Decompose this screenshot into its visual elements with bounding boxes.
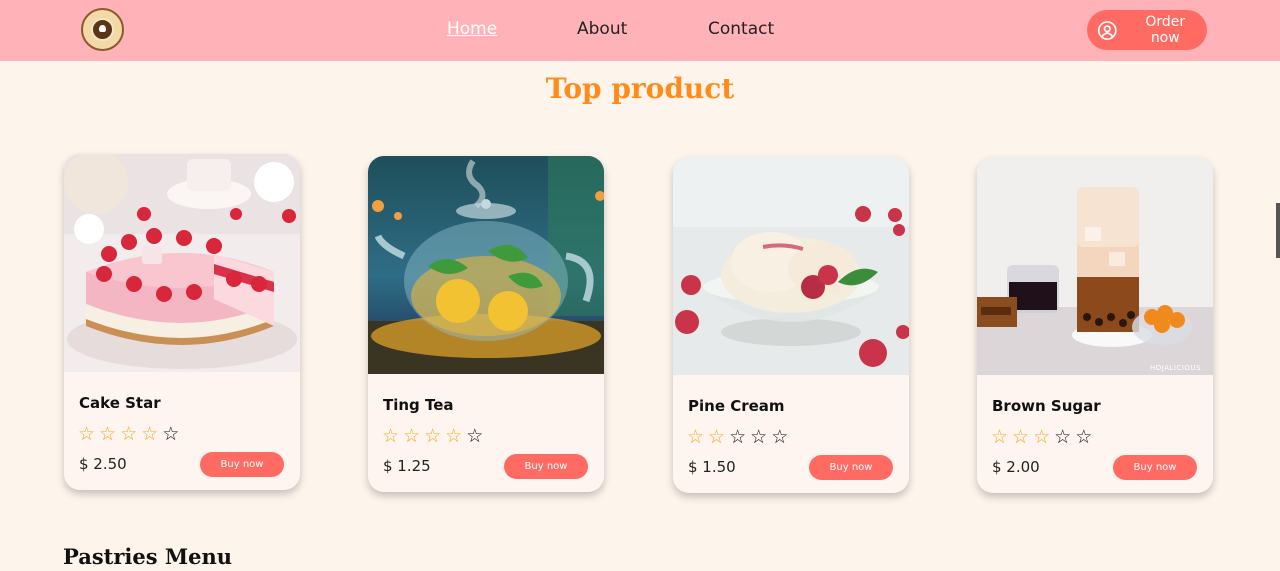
star-filled-icon: ☆ [1033, 426, 1051, 448]
nav-link-home[interactable]: Home [447, 18, 497, 40]
buy-now-button[interactable]: Buy now [504, 454, 588, 479]
star-empty-icon: ☆ [1075, 426, 1093, 448]
product-name: Cake Star [79, 394, 161, 412]
buy-now-button[interactable]: Buy now [200, 452, 284, 477]
product-price: $ 1.25 [383, 457, 431, 475]
star-rating: ☆ ☆ ☆ ☆ ☆ [382, 426, 483, 446]
star-rating: ☆ ☆ ☆ ☆ ☆ [78, 424, 179, 444]
section-title: Top product [545, 72, 735, 105]
product-price: $ 1.50 [688, 458, 736, 476]
ice-cream-bowl-image [673, 157, 909, 375]
product-card: Cake Star ☆ ☆ ☆ ☆ ☆ $ 2.50 Buy now [64, 154, 300, 490]
star-empty-icon: ☆ [466, 425, 484, 447]
star-empty-icon: ☆ [162, 423, 180, 445]
star-filled-icon: ☆ [687, 426, 705, 448]
pastries-menu-heading: Pastries Menu [63, 544, 233, 569]
product-name: Brown Sugar [992, 397, 1101, 415]
bubble-tea-glass-image [977, 157, 1213, 375]
glass-teapot-image [368, 156, 604, 374]
chef-hat-icon [91, 18, 114, 41]
star-filled-icon: ☆ [382, 425, 400, 447]
buy-now-button[interactable]: Buy now [1113, 455, 1197, 480]
star-filled-icon: ☆ [141, 423, 159, 445]
image-watermark: HOJALICIOUS [1150, 364, 1201, 372]
star-empty-icon: ☆ [750, 426, 768, 448]
star-rating: ☆ ☆ ☆ ☆ ☆ [991, 427, 1092, 447]
product-name: Pine Cream [688, 397, 785, 415]
scrollbar-thumb[interactable] [1276, 203, 1280, 258]
nav-link-contact[interactable]: Contact [708, 18, 774, 40]
star-filled-icon: ☆ [1012, 426, 1030, 448]
star-rating: ☆ ☆ ☆ ☆ ☆ [687, 427, 788, 447]
user-circle-icon [1097, 20, 1117, 40]
star-empty-icon: ☆ [729, 426, 747, 448]
product-card: HOJALICIOUS Brown Sugar ☆ ☆ ☆ ☆ ☆ $ 2.00 Buy… [977, 157, 1213, 493]
star-filled-icon: ☆ [708, 426, 726, 448]
star-filled-icon: ☆ [78, 423, 96, 445]
product-price: $ 2.50 [79, 455, 127, 473]
star-filled-icon: ☆ [445, 425, 463, 447]
product-price: $ 2.00 [992, 458, 1040, 476]
order-now-button[interactable]: Order now [1087, 10, 1207, 50]
star-empty-icon: ☆ [1054, 426, 1072, 448]
buy-now-button[interactable]: Buy now [809, 455, 893, 480]
star-filled-icon: ☆ [403, 425, 421, 447]
order-now-label: Order now [1145, 14, 1186, 46]
star-filled-icon: ☆ [99, 423, 117, 445]
star-empty-icon: ☆ [771, 426, 789, 448]
product-name: Ting Tea [383, 396, 454, 414]
nav-link-about[interactable]: About [577, 18, 627, 40]
product-card: Pine Cream ☆ ☆ ☆ ☆ ☆ $ 1.50 Buy now [673, 157, 909, 493]
bakery-logo[interactable] [81, 8, 124, 51]
star-filled-icon: ☆ [991, 426, 1009, 448]
star-filled-icon: ☆ [424, 425, 442, 447]
star-filled-icon: ☆ [120, 423, 138, 445]
strawberry-cheesecake-image [64, 154, 300, 372]
product-card: Ting Tea ☆ ☆ ☆ ☆ ☆ $ 1.25 Buy now [368, 156, 604, 492]
navbar: Home About Contact Order now [0, 0, 1280, 61]
